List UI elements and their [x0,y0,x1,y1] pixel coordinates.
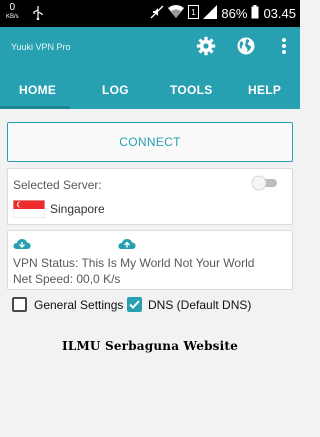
net-speed-value: 0 [9,2,16,13]
wifi-icon [168,4,185,22]
battery-icon [251,4,259,22]
battery-percent: 86% [221,5,248,21]
dns-label[interactable]: DNS (Default DNS) [148,298,251,312]
watermark-text: ILMU Serbaguna Website [62,339,238,353]
dns-checkbox[interactable] [127,297,142,312]
general-settings-label[interactable]: General Settings [34,298,123,312]
tab-selected-indicator [0,106,70,109]
tab-help[interactable]: HELP [248,83,281,97]
app-bar: Yuuki VPN Pro [0,27,300,71]
singapore-flag-icon [13,200,45,218]
connect-button[interactable]: CONNECT [7,122,293,162]
more-vertical-icon[interactable] [274,36,294,56]
net-speed-indicator: 0 KB/s [6,3,19,21]
usb-icon [33,6,43,25]
settings-row: General Settings DNS (Default DNS) [0,297,300,317]
mute-icon [150,5,164,22]
net-speed-text: Net Speed: 00,0 K/s [13,272,121,286]
net-speed-unit: KB/s [6,14,19,20]
vpn-status-text: VPN Status: This Is My World Not Your Wo… [13,256,255,270]
selected-server-label: Selected Server: [13,178,102,192]
globe-icon[interactable] [236,36,256,56]
server-name[interactable]: Singapore [50,202,105,216]
upload-cloud-icon [118,237,136,255]
status-bar: 0 KB/s 1 86% 03.45 [0,0,300,27]
tab-bar: HOME LOG TOOLS HELP [0,71,300,109]
signal-icon [203,4,218,22]
status-icons: 1 86% 03.45 [150,4,296,22]
tab-log[interactable]: LOG [102,83,129,97]
sim-slot-icon: 1 [188,4,200,22]
svg-text:1: 1 [192,8,197,17]
settings-gear-icon[interactable] [196,36,216,56]
tab-home[interactable]: HOME [19,83,56,97]
app-title: Yuuki VPN Pro [11,42,71,52]
general-settings-checkbox[interactable] [12,297,27,312]
tab-tools[interactable]: TOOLS [170,83,213,97]
clock: 03.45 [263,5,296,21]
download-cloud-icon [13,237,31,255]
